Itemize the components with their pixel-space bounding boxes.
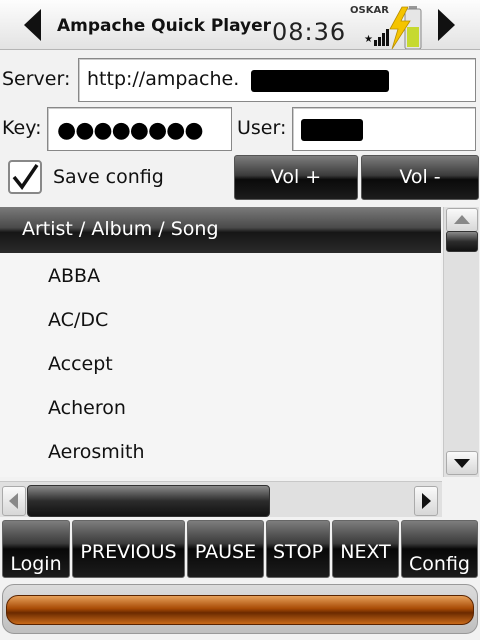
arrow-left-icon[interactable]: [24, 9, 42, 41]
server-label: Server:: [2, 68, 71, 90]
app-window: Ampache Quick Player 08:36 OSKAR ★ Serve…: [0, 0, 480, 640]
scroll-up-button[interactable]: [446, 208, 478, 232]
scroll-down-button[interactable]: [446, 451, 478, 475]
arrow-right-icon[interactable]: [437, 9, 455, 41]
triangle-up-icon: [454, 215, 470, 224]
checkmark-icon: [12, 164, 39, 190]
vertical-scroll-thumb[interactable]: [446, 231, 478, 252]
list-item[interactable]: ABBA: [48, 265, 100, 287]
config-label: Config: [409, 553, 470, 575]
list-item[interactable]: Acheron: [48, 397, 126, 419]
save-config-checkbox[interactable]: [8, 160, 42, 194]
stop-label: STOP: [272, 541, 324, 563]
triangle-right-icon: [422, 493, 431, 509]
stop-button[interactable]: STOP: [266, 520, 330, 578]
previous-label: PREVIOUS: [80, 541, 177, 563]
config-button[interactable]: Config: [401, 520, 478, 578]
vertical-scrollbar[interactable]: [443, 207, 479, 477]
app-title: Ampache Quick Player: [57, 16, 272, 36]
volume-down-button[interactable]: Vol -: [361, 155, 479, 200]
pause-button[interactable]: PAUSE: [187, 520, 264, 578]
playback-progress-bar[interactable]: [2, 584, 478, 634]
pause-label: PAUSE: [194, 541, 257, 563]
list-item[interactable]: Aerosmith: [48, 441, 145, 463]
key-field[interactable]: ●●●●●●●●: [47, 107, 232, 151]
list-header-label: Artist / Album / Song: [22, 218, 219, 240]
scroll-left-button[interactable]: [2, 486, 26, 516]
artist-list[interactable]: Artist / Album / Song ABBA AC/DC Accept …: [0, 207, 441, 477]
key-label: Key:: [2, 117, 42, 139]
next-label: NEXT: [340, 541, 391, 563]
server-value: http://ampache.: [87, 68, 240, 90]
svg-text:★: ★: [364, 34, 373, 45]
redacted-mask: [301, 119, 363, 141]
previous-button[interactable]: PREVIOUS: [72, 520, 185, 578]
list-header[interactable]: Artist / Album / Song: [0, 207, 441, 253]
clock: 08:36: [272, 18, 347, 46]
triangle-left-icon: [9, 493, 18, 509]
triangle-down-icon: [454, 459, 470, 468]
user-label: User:: [237, 117, 287, 139]
redacted-mask: [251, 70, 389, 92]
next-button[interactable]: NEXT: [332, 520, 399, 578]
volume-up-button[interactable]: Vol +: [234, 155, 358, 200]
list-item[interactable]: AC/DC: [48, 309, 108, 331]
login-label: Login: [10, 553, 62, 575]
battery-charging-icon: [389, 6, 422, 49]
user-field[interactable]: [292, 107, 476, 151]
login-button[interactable]: Login: [2, 520, 70, 578]
server-field[interactable]: http://ampache.: [78, 58, 476, 102]
scroll-right-button[interactable]: [414, 486, 438, 516]
list-item[interactable]: Accept: [48, 353, 113, 375]
title-bar: Ampache Quick Player 08:36 OSKAR ★: [0, 0, 480, 50]
key-value: ●●●●●●●●: [57, 118, 204, 143]
horizontal-scrollbar[interactable]: [0, 481, 442, 517]
save-config-label: Save config: [53, 166, 164, 188]
horizontal-scroll-thumb[interactable]: [27, 485, 270, 517]
playback-progress-fill: [6, 595, 474, 625]
